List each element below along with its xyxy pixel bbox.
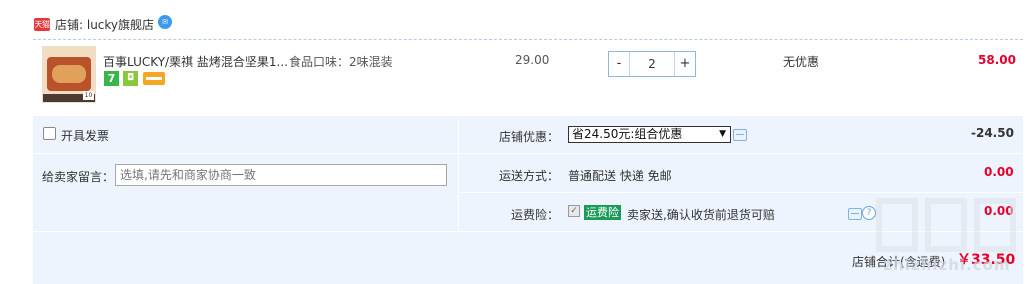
shop-total-value: ￥33.50: [957, 252, 1016, 268]
divider: [459, 192, 1023, 193]
dropdown-arrow-icon: ▼: [719, 129, 726, 139]
quantity-plus-button[interactable]: +: [674, 52, 695, 76]
invoice-label[interactable]: 开具发票: [61, 127, 109, 144]
cart-item-row: [33, 39, 1023, 116]
credit-card-icon[interactable]: [143, 72, 165, 85]
quantity-input[interactable]: 2: [630, 52, 674, 76]
item-subtotal: 58.00: [978, 53, 1016, 67]
chat-bubble-icon[interactable]: [733, 129, 747, 141]
shop-discount-label: 店铺优惠：: [499, 130, 560, 144]
message-label: 给卖家留言：: [42, 170, 115, 184]
thumb-tag: 10: [83, 91, 94, 100]
quantity-minus-button[interactable]: -: [609, 52, 630, 76]
item-discount: 无优惠: [783, 55, 820, 69]
shipping-method: 普通配送 快递 免邮: [568, 169, 672, 183]
shipping-amount: 0.00: [984, 165, 1014, 179]
tmall-badge-icon: 天猫: [34, 18, 50, 31]
chat-bubble-icon[interactable]: ✉: [158, 15, 172, 29]
shop-discount-select[interactable]: 省24.50元:组合优惠 ▼: [568, 126, 731, 143]
insurance-description: 卖家送,确认收货前退货可赔: [627, 208, 775, 222]
seller-message-input[interactable]: [115, 164, 447, 186]
divider: [459, 153, 1023, 154]
quality-shield-icon[interactable]: ◘: [123, 71, 138, 86]
invoice-checkbox[interactable]: [43, 127, 56, 140]
7-day-return-icon[interactable]: 7: [104, 71, 119, 86]
shop-total-label: 店铺合计(含运费): [852, 255, 946, 269]
shop-discount-amount: -24.50: [971, 126, 1014, 140]
divider: [33, 153, 458, 154]
shop-name[interactable]: 店铺: lucky旗舰店: [55, 16, 154, 33]
product-title-link[interactable]: 百事LUCKY/栗祺 盐烤混合坚果1...: [103, 53, 288, 70]
chat-bubble-icon[interactable]: [848, 208, 862, 220]
divider: [33, 231, 1023, 232]
insurance-checkbox: ✓: [568, 205, 580, 217]
product-flavor: 食品口味：2味混装: [289, 55, 393, 69]
shipping-label: 运送方式：: [499, 169, 560, 183]
quantity-stepper: - 2 +: [608, 51, 696, 77]
insurance-amount: 0.00: [984, 204, 1014, 218]
insurance-badge: 运费险: [584, 205, 621, 220]
shop-discount-selected: 省24.50元:组合优惠: [572, 127, 683, 141]
product-thumbnail[interactable]: 10: [42, 46, 96, 103]
unit-price: 29.00: [515, 53, 550, 67]
help-icon[interactable]: ?: [862, 206, 876, 220]
insurance-label: 运费险：: [511, 208, 560, 222]
